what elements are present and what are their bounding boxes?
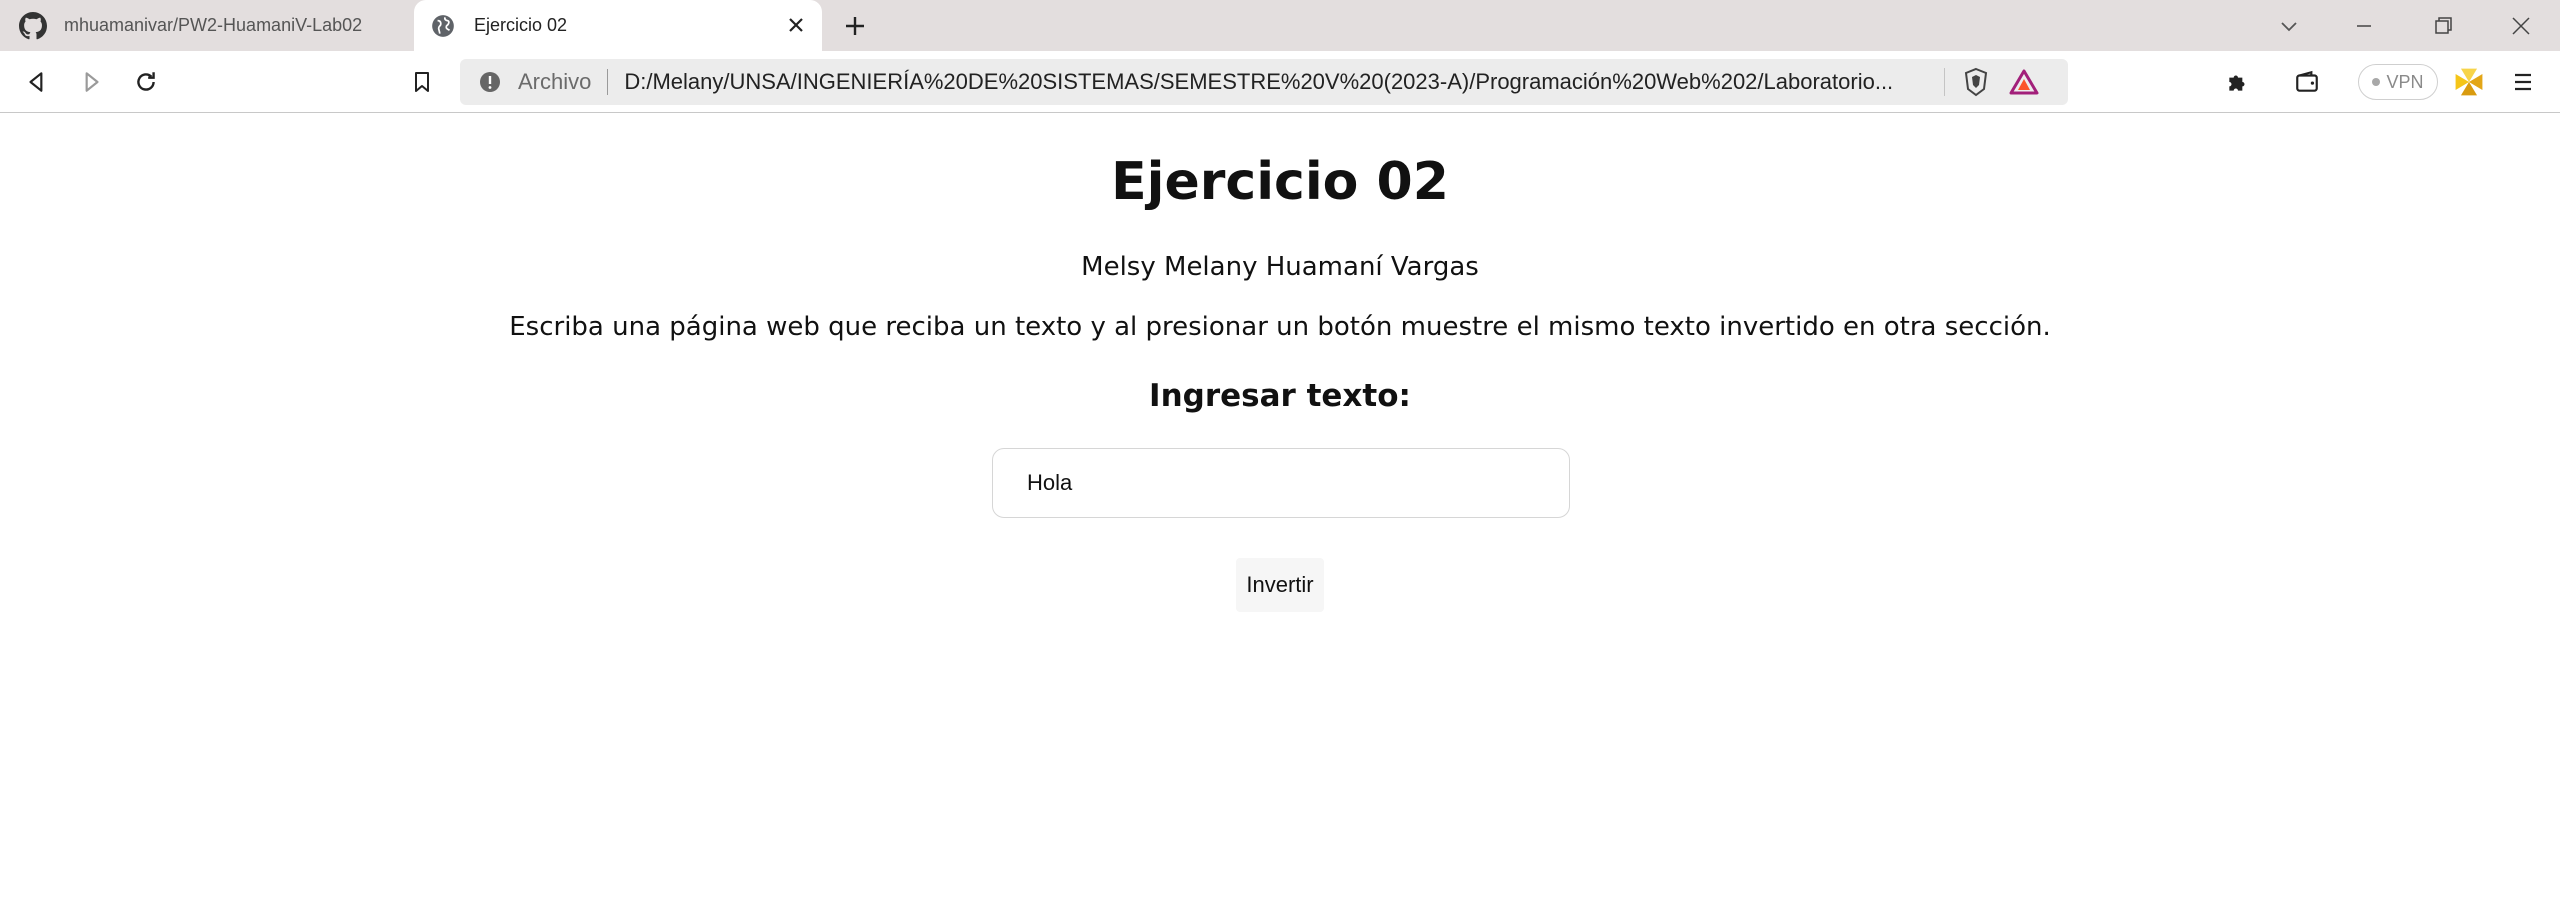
menu-icon[interactable] <box>2506 65 2540 99</box>
author-name: Melsy Melany Huamaní Vargas <box>1081 252 1479 282</box>
invert-button[interactable]: Invertir <box>1236 558 1324 612</box>
divider <box>607 69 609 95</box>
extensions-icon[interactable] <box>2221 65 2255 99</box>
forward-icon[interactable] <box>74 65 108 99</box>
page-content: Ejercicio 02 Melsy Melany Huamaní Vargas… <box>0 114 2560 898</box>
brave-shield-icon[interactable] <box>1959 65 1993 99</box>
exercise-description: Escriba una página web que reciba un tex… <box>509 312 2051 342</box>
minimize-icon[interactable] <box>2349 11 2379 41</box>
bookmark-icon[interactable] <box>405 65 439 99</box>
brave-rewards-icon[interactable] <box>2007 65 2041 99</box>
github-icon <box>18 11 48 41</box>
vpn-label: VPN <box>2386 71 2424 92</box>
restore-icon[interactable] <box>2428 11 2458 41</box>
vpn-status-dot <box>2372 78 2381 86</box>
brave-logo-icon[interactable] <box>2452 65 2486 99</box>
page-title: Ejercicio 02 <box>1111 152 1449 212</box>
close-tab-icon[interactable] <box>784 13 808 37</box>
close-window-icon[interactable] <box>2506 11 2536 41</box>
reload-icon[interactable] <box>129 65 163 99</box>
tab-strip: mhuamanivar/PW2-HuamaniV-Lab02 Ejercicio… <box>0 0 2560 51</box>
input-label: Ingresar texto: <box>1149 378 1411 414</box>
new-tab-icon[interactable] <box>840 11 870 41</box>
text-input[interactable] <box>992 448 1570 518</box>
tab-ejercicio-02[interactable]: Ejercicio 02 <box>414 0 822 51</box>
tab-title: mhuamanivar/PW2-HuamaniV-Lab02 <box>64 15 363 35</box>
url-text[interactable]: D:/Melany/UNSA/INGENIERÍA%20DE%20SISTEMA… <box>624 69 1934 95</box>
back-icon[interactable] <box>20 65 54 99</box>
vpn-button[interactable]: VPN <box>2358 64 2438 100</box>
browser-toolbar: Archivo D:/Melany/UNSA/INGENIERÍA%20DE%2… <box>0 51 2560 113</box>
address-bar[interactable]: Archivo D:/Melany/UNSA/INGENIERÍA%20DE%2… <box>460 59 2068 105</box>
scheme-label: Archivo <box>518 69 592 94</box>
tab-github-repo[interactable]: mhuamanivar/PW2-HuamaniV-Lab02 <box>0 0 410 51</box>
divider <box>1944 68 1946 96</box>
inverted-result <box>0 644 2560 654</box>
tab-search-chevron-icon[interactable] <box>2274 11 2304 41</box>
site-info-icon[interactable] <box>478 70 502 94</box>
wallet-icon[interactable] <box>2290 65 2324 99</box>
globe-icon <box>428 11 458 41</box>
tab-title: Ejercicio 02 <box>474 15 568 35</box>
